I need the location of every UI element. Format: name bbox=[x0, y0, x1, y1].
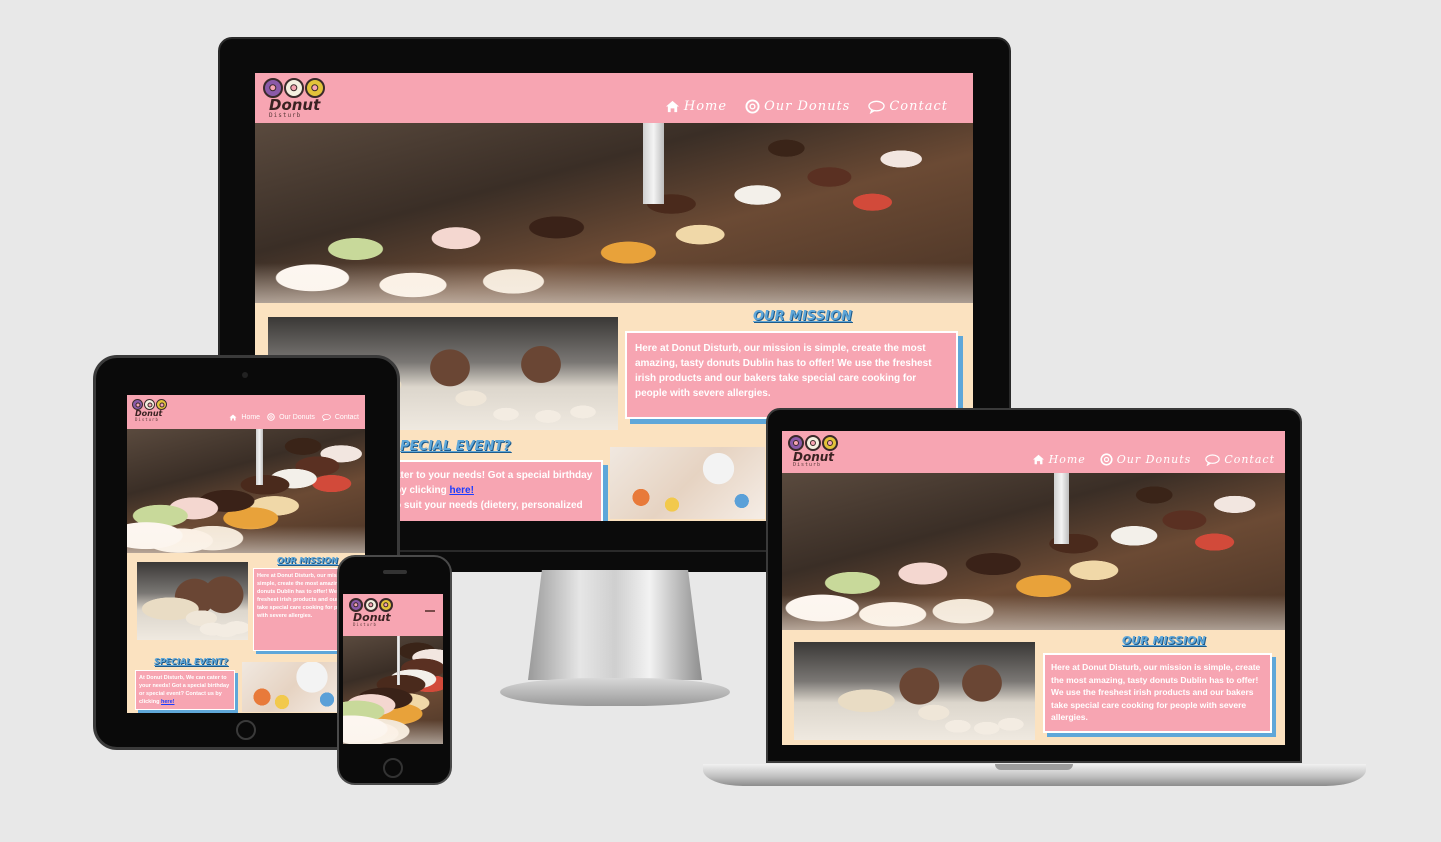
navbar: Donut Disturb Home Our Donuts Contact bbox=[127, 395, 365, 429]
event-text-line1: ater to your needs! Got a special birthd… bbox=[395, 470, 593, 481]
logo-sub: Disturb bbox=[135, 417, 159, 422]
nav-contact[interactable]: Contact bbox=[1205, 453, 1275, 466]
event-text-line2: by clicking bbox=[395, 485, 447, 496]
hero-image bbox=[782, 473, 1285, 630]
event-card: ater to your needs! Got a special birthd… bbox=[385, 460, 603, 521]
mission-heading: OUR MISSION bbox=[753, 309, 852, 324]
nav-our-donuts[interactable]: Our Donuts bbox=[267, 413, 315, 421]
nav-home-label: Home bbox=[683, 99, 728, 114]
nav-contact-label: Contact bbox=[889, 99, 948, 114]
tablet-screen: Donut Disturb Home Our Donuts Contact OU… bbox=[127, 395, 365, 713]
nav-our-donuts[interactable]: Our Donuts bbox=[745, 99, 850, 114]
nav-our-donuts-label: Our Donuts bbox=[1116, 453, 1192, 466]
phone-screen: Donut Disturb bbox=[343, 594, 443, 744]
nav-our-donuts-label: Our Donuts bbox=[764, 99, 851, 114]
event-heading: PECIAL EVENT? bbox=[400, 439, 511, 454]
event-link[interactable]: here! bbox=[449, 485, 473, 496]
mission-heading: OUR MISSION bbox=[1122, 634, 1206, 647]
monitor-stand bbox=[528, 570, 702, 680]
mission-text: Here at Donut Disturb, our mission is si… bbox=[1051, 662, 1261, 722]
laptop-notch bbox=[995, 764, 1073, 770]
event-heading: SPECIAL EVENT? bbox=[154, 657, 228, 666]
home-icon bbox=[229, 414, 237, 420]
speech-bubble-icon bbox=[322, 413, 331, 421]
logo-word: Donut bbox=[269, 96, 321, 114]
event-card: At Donut Disturb, We can cater to your n… bbox=[135, 670, 235, 710]
navbar: Donut Disturb Home Our Donuts Contact bbox=[782, 431, 1285, 473]
hero-image bbox=[255, 123, 973, 303]
tablet-camera bbox=[242, 372, 248, 378]
hamburger-menu-icon[interactable] bbox=[425, 610, 435, 612]
life-ring-icon bbox=[1100, 453, 1113, 466]
logo[interactable]: Donut Disturb bbox=[349, 598, 393, 627]
nav-contact[interactable]: Contact bbox=[322, 413, 359, 421]
tablet-home-button bbox=[236, 720, 256, 740]
mission-card: Here at Donut Disturb, our mission is si… bbox=[1043, 653, 1272, 733]
nav-contact-label: Contact bbox=[1224, 453, 1275, 466]
home-icon bbox=[1032, 454, 1044, 465]
nav-home-label: Home bbox=[1048, 453, 1086, 466]
speech-bubble-icon bbox=[868, 100, 886, 114]
nav-links: Home Our Donuts Contact bbox=[665, 99, 948, 114]
logo[interactable]: Donut Disturb bbox=[132, 399, 167, 422]
speech-bubble-icon bbox=[1205, 453, 1221, 466]
event-link[interactable]: here! bbox=[161, 699, 174, 705]
nav-home-label: Home bbox=[241, 413, 261, 421]
navbar: Donut Disturb bbox=[343, 594, 443, 636]
laptop-screen: Donut Disturb Home Our Donuts Contact OU… bbox=[782, 431, 1285, 745]
mission-image bbox=[794, 642, 1035, 740]
nav-links: Home Our Donuts Contact bbox=[1032, 453, 1275, 466]
event-text: At Donut Disturb, We can cater to your n… bbox=[139, 675, 230, 705]
logo[interactable]: Donut Disturb bbox=[788, 435, 838, 468]
event-image bbox=[242, 662, 342, 712]
life-ring-icon bbox=[745, 99, 760, 114]
nav-contact[interactable]: Contact bbox=[868, 99, 948, 114]
mission-image bbox=[137, 562, 248, 640]
phone-speaker bbox=[383, 570, 407, 574]
nav-contact-label: Contact bbox=[334, 413, 359, 421]
mission-heading: OUR MISSION bbox=[277, 556, 338, 565]
nav-our-donuts[interactable]: Our Donuts bbox=[1100, 453, 1192, 466]
event-text-line3: o suit your needs (dietery, personalized bbox=[395, 500, 583, 511]
phone-home-button bbox=[383, 758, 403, 778]
mission-card: Here at Donut Disturb, our mission is si… bbox=[625, 331, 958, 419]
nav-home[interactable]: Home bbox=[229, 413, 260, 421]
nav-links: Home Our Donuts Contact bbox=[229, 413, 359, 421]
home-icon bbox=[665, 100, 679, 113]
nav-home[interactable]: Home bbox=[1032, 453, 1086, 466]
mission-text: Here at Donut Disturb, our mission is si… bbox=[635, 343, 932, 399]
monitor-stand-base bbox=[500, 678, 730, 706]
nav-home[interactable]: Home bbox=[665, 99, 727, 114]
navbar: Donut Disturb Home Our Donuts Contact bbox=[255, 73, 973, 123]
hero-image bbox=[127, 429, 365, 553]
logo[interactable]: Donut Disturb bbox=[263, 78, 325, 119]
hero-image bbox=[343, 636, 443, 744]
event-image bbox=[610, 447, 765, 519]
nav-our-donuts-label: Our Donuts bbox=[279, 413, 315, 421]
life-ring-icon bbox=[267, 413, 275, 421]
